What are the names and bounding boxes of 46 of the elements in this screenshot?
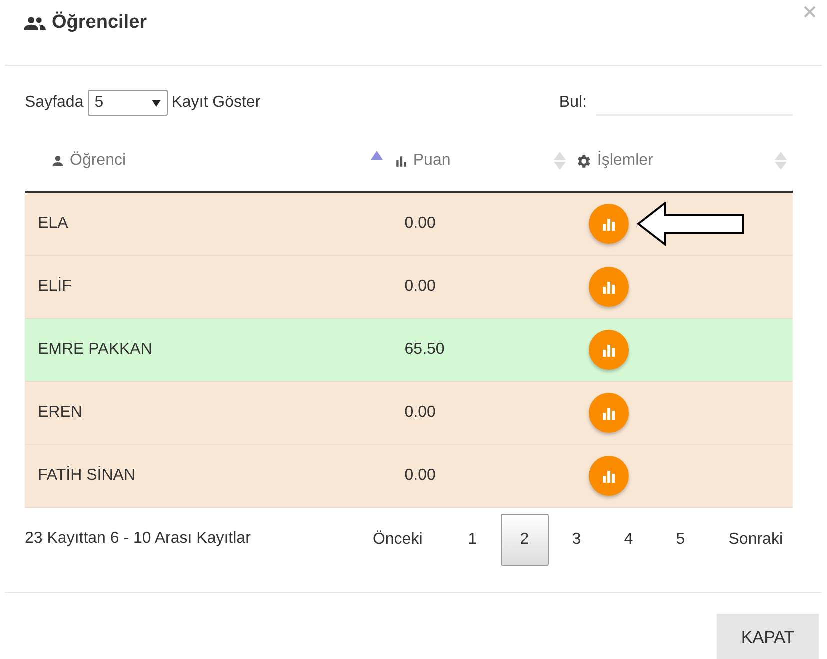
stats-button[interactable] — [589, 393, 630, 433]
page-link[interactable]: 1 — [448, 514, 497, 566]
bar-chart-icon — [602, 218, 616, 230]
bar-chart-icon — [602, 344, 616, 356]
bar-chart-icon — [602, 280, 616, 294]
search-label: Bul: — [559, 93, 587, 113]
sort-icon[interactable] — [774, 152, 787, 170]
bar-chart-icon — [395, 154, 408, 168]
student-name: EREN — [38, 404, 82, 421]
dialog-title: Öğrenciler — [52, 10, 148, 36]
gear-icon — [575, 152, 592, 170]
score-value: 0.00 — [404, 278, 436, 295]
people-icon — [24, 16, 46, 32]
close-button[interactable]: KAPAT — [717, 614, 819, 659]
column-header[interactable]: Puan — [413, 149, 451, 173]
student-name: EMRE PAKKAN — [38, 341, 152, 358]
column-header[interactable]: Öğrenci — [70, 149, 126, 173]
score-value: 65.50 — [404, 341, 445, 358]
stats-button[interactable] — [589, 204, 630, 244]
stats-button[interactable] — [589, 330, 630, 370]
close-icon[interactable] — [804, 6, 816, 18]
page-link[interactable]: 2 — [500, 514, 549, 566]
previous-link[interactable]: Önceki — [362, 522, 433, 558]
page-link[interactable]: 3 — [552, 514, 601, 566]
dropdown-caret-icon — [152, 100, 161, 106]
next-link[interactable]: Sonraki — [718, 522, 793, 558]
student-name: ELA — [38, 215, 68, 232]
student-name: FATİH SİNAN — [38, 467, 136, 484]
page-link[interactable]: 4 — [604, 514, 653, 566]
page-size-select[interactable]: 5 — [88, 90, 168, 116]
length-label: Kayıt Göster — [172, 93, 261, 113]
score-value: 0.00 — [404, 467, 436, 484]
bar-chart-icon — [602, 406, 616, 420]
score-value: 0.00 — [404, 215, 436, 232]
length-label: Sayfada — [25, 93, 84, 113]
bar-chart-icon — [602, 470, 616, 482]
sort-ascending-icon[interactable] — [371, 151, 384, 160]
score-value: 0.00 — [404, 404, 436, 421]
stats-button[interactable] — [589, 456, 630, 496]
stats-button[interactable] — [589, 267, 630, 307]
sort-icon[interactable] — [554, 152, 566, 170]
table-info: 23 Kayıttan 6 - 10 Arası Kayıtlar — [25, 529, 251, 549]
person-icon — [51, 154, 65, 168]
page-link[interactable]: 5 — [656, 514, 705, 566]
column-header[interactable]: İşlemler — [597, 149, 654, 173]
student-name: ELİF — [38, 278, 72, 295]
